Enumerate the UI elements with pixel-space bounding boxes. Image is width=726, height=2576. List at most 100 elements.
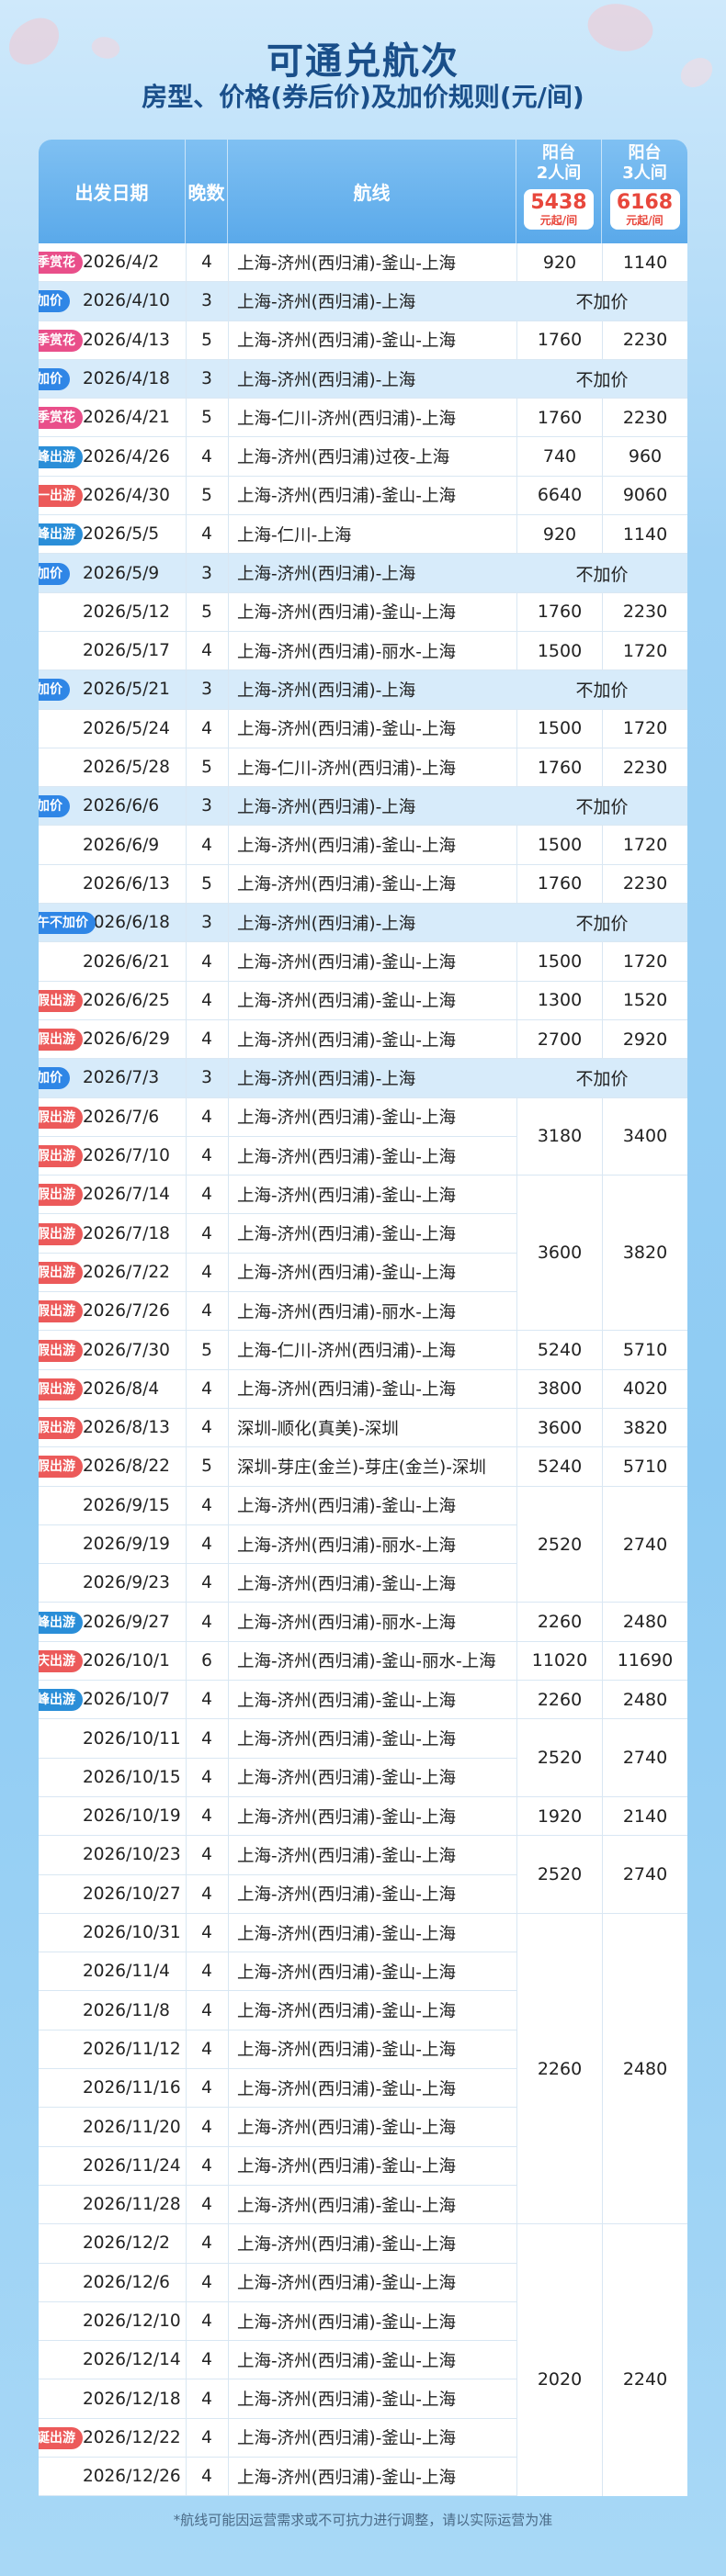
route-text: 上海-济州(西归浦)-釜山-上海 [237, 1380, 456, 1400]
departure-date: 2026/9/19 [83, 1535, 170, 1555]
col-header-balcony-2-occupancy: 2人间 [536, 163, 582, 183]
promo-badge: 五一出游 [39, 484, 83, 507]
departure-date: 2026/9/23 [83, 1573, 170, 1593]
promo-badge: 暑假出游 [39, 1145, 83, 1168]
price-balcony-3: 1720 [622, 718, 668, 739]
departure-date: 2026/12/14 [83, 2350, 181, 2370]
col-header-balcony-2-label: 阳台 [542, 143, 575, 163]
nights-count: 4 [201, 1728, 212, 1749]
price-balcony-3: 1140 [622, 523, 668, 545]
column-divider [228, 243, 229, 2497]
col-header-balcony-3-occupancy: 3人间 [622, 163, 667, 183]
route-text: 上海-济州(西归浦)-釜山-上海 [237, 720, 456, 740]
departure-date: 2026/12/18 [83, 2389, 181, 2409]
price-balcony-2: 920 [542, 523, 577, 545]
price-balcony-2: 2520 [517, 1486, 602, 1603]
route-text: 上海-济州(西归浦)-釜山-上海 [237, 1963, 456, 1983]
price-balcony-3: 2740 [603, 1486, 687, 1603]
nights-count: 5 [201, 1340, 212, 1360]
promo-badge: 错峰出游 [39, 1689, 83, 1712]
departure-date: 2026/11/28 [83, 2195, 181, 2215]
no-surcharge-cell: 不加价 [516, 1059, 687, 1097]
departure-date: 2026/12/10 [83, 2312, 181, 2332]
price-balcony-2: 1500 [537, 640, 583, 661]
route-text: 上海-济州(西归浦)-上海 [237, 292, 416, 312]
route-text: 深圳-芽庄(金兰)-芽庄(金兰)-深圳 [237, 1457, 486, 1478]
price-balcony-2: 1500 [537, 718, 583, 739]
route-text: 上海-济州(西归浦)-釜山-上海 [237, 2312, 456, 2333]
departure-date: 2026/11/8 [83, 2000, 170, 2020]
route-text: 上海-济州(西归浦)-釜山-上海 [237, 1807, 456, 1828]
departure-date: 2026/10/11 [83, 1728, 181, 1749]
price-balcony-2: 2260 [537, 1612, 583, 1633]
departure-date: 2026/6/9 [83, 835, 160, 855]
nights-count: 4 [201, 2078, 212, 2098]
route-text: 上海-济州(西归浦)-上海 [237, 681, 416, 701]
route-text: 上海-济州(西归浦)-釜山-上海 [237, 875, 456, 895]
route-text: 上海-济州(西归浦)-釜山-上海 [237, 2274, 456, 2294]
promo-badge: 春季赏花 [39, 252, 83, 275]
price-balcony-2: 1920 [537, 1805, 583, 1827]
promo-badge: 暑假出游 [39, 1106, 83, 1129]
promo-badge: 暑假出游 [39, 1417, 83, 1440]
nights-count: 4 [201, 2039, 212, 2059]
price-balcony-3: 2740 [603, 1836, 687, 1913]
price-balcony-3: 4020 [622, 1378, 668, 1400]
promo-badge: 错峰出游 [39, 445, 83, 468]
nights-count: 4 [201, 446, 212, 467]
price-balcony-2: 920 [542, 252, 577, 273]
departure-date: 2026/11/12 [83, 2039, 181, 2059]
price-balcony-3: 1520 [622, 990, 668, 1011]
departure-date: 2026/11/16 [83, 2078, 181, 2098]
route-text: 上海-济州(西归浦)-釜山-上海 [237, 2234, 456, 2255]
no-surcharge-cell: 不加价 [516, 787, 687, 826]
route-text: 上海-济州(西归浦)-丽水-上海 [237, 1614, 456, 1634]
nights-count: 4 [201, 1029, 212, 1050]
nights-count: 4 [201, 951, 212, 972]
starting-price-box: 5438 元起/间 [524, 189, 594, 230]
price-balcony-2: 1760 [537, 602, 583, 623]
route-text: 上海-仁川-济州(西归浦)-上海 [237, 759, 456, 779]
promo-badge: 暑假出游 [39, 989, 83, 1012]
route-text: 上海-济州(西归浦)-釜山-上海 [237, 1108, 456, 1129]
nights-count: 4 [201, 2467, 212, 2487]
route-text: 上海-济州(西归浦)-丽水-上海 [237, 1535, 456, 1556]
nights-count: 4 [201, 1107, 212, 1127]
route-text: 上海-济州(西归浦)-釜山-上海 [237, 1730, 456, 1750]
footer-note: *航线可能因运营需求或不可抗力进行调整，请以实际运营为准 [173, 2512, 553, 2528]
price-balcony-2: 1760 [537, 873, 583, 894]
nights-count: 4 [201, 2117, 212, 2137]
price-balcony-3: 960 [628, 446, 663, 467]
price-balcony-3: 5710 [622, 1456, 668, 1477]
price-balcony-3: 2230 [622, 407, 668, 428]
price-balcony-2: 5240 [537, 1456, 583, 1477]
promo-badge: 错峰出游 [39, 523, 83, 546]
nights-count: 5 [201, 1457, 212, 1477]
route-text: 上海-济州(西归浦)-釜山-上海 [237, 1264, 456, 1284]
route-text: 上海-济州(西归浦)-釜山-上海 [237, 953, 456, 973]
nights-count: 4 [201, 1573, 212, 1593]
no-surcharge-cell: 不加价 [516, 359, 687, 399]
price-balcony-2: 3180 [517, 1097, 602, 1176]
price-balcony-3: 2230 [622, 873, 668, 894]
no-surcharge-cell: 不加价 [516, 282, 687, 321]
route-text: 上海-济州(西归浦)-上海 [237, 797, 416, 817]
route-text: 上海-仁川-济州(西归浦)-上海 [237, 1342, 456, 1362]
no-surcharge-cell: 不加价 [516, 904, 687, 942]
route-text: 上海-仁川-济州(西归浦)-上海 [237, 409, 456, 429]
price-balcony-3: 2230 [622, 330, 668, 351]
promo-badge: 不加价 [39, 290, 70, 313]
route-text: 上海-济州(西归浦)-釜山-上海 [237, 2157, 456, 2177]
route-text: 上海-济州(西归浦)-釜山-上海 [237, 2468, 456, 2488]
promo-badge: 暑假出游 [39, 1378, 83, 1400]
route-text: 上海-济州(西归浦)-釜山-上海 [237, 603, 456, 624]
route-text: 上海-济州(西归浦)-釜山-上海 [237, 2351, 456, 2371]
col-header-route: 航线 [228, 140, 516, 243]
departure-date: 2026/12/26 [83, 2467, 181, 2487]
price-balcony-3: 2480 [603, 1913, 687, 2224]
nights-count: 4 [201, 253, 212, 273]
nights-count: 4 [201, 1962, 212, 1982]
nights-count: 4 [201, 2000, 212, 2020]
no-surcharge-cell: 不加价 [516, 554, 687, 592]
starting-price-unit: 元起/间 [539, 214, 578, 227]
